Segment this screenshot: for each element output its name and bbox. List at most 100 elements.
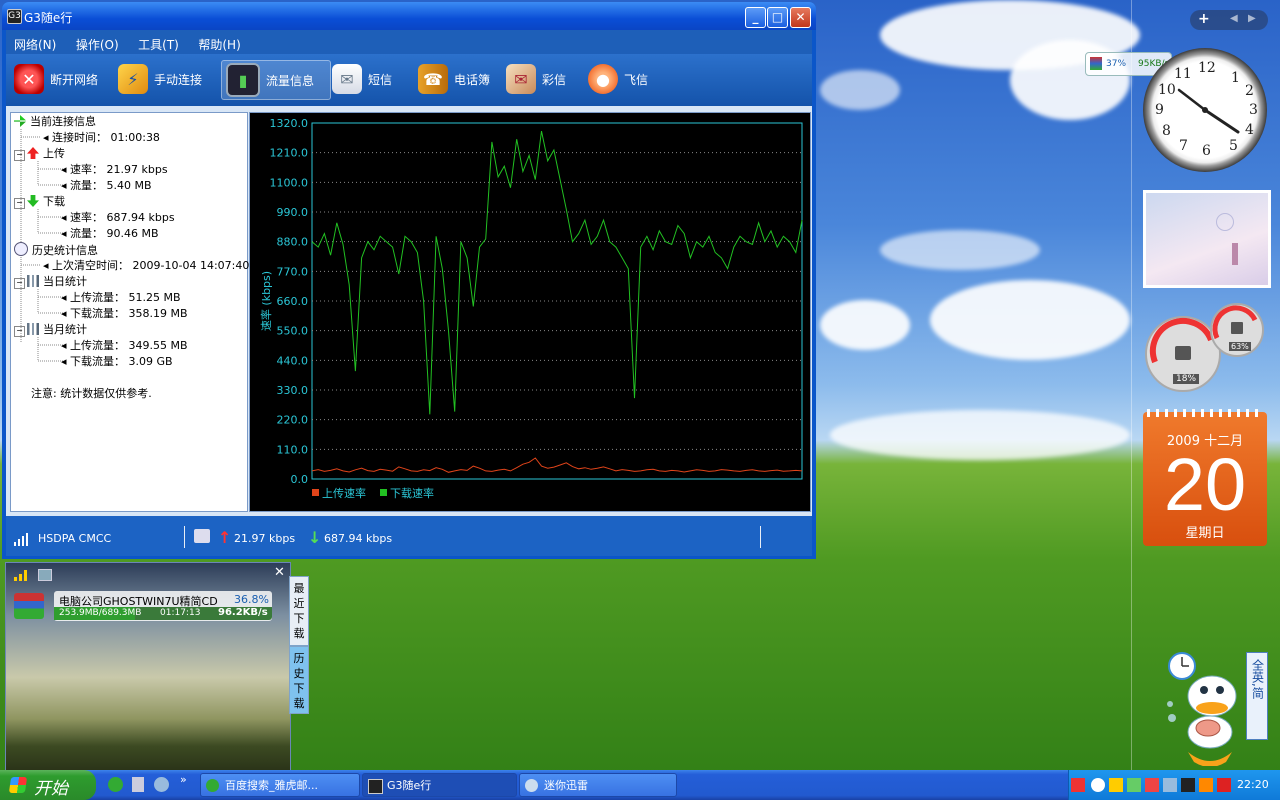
tree-day-down[interactable]: ◂ 下载流量： 358.19 MB bbox=[61, 306, 188, 322]
tray-app-icon[interactable] bbox=[1163, 778, 1177, 792]
tree-month-down[interactable]: ◂ 下载流量： 3.09 GB bbox=[61, 354, 173, 370]
system-tray: 22:20 bbox=[1068, 770, 1280, 800]
tree-day-stats[interactable]: − 当日统计 bbox=[14, 274, 87, 290]
clock-icon bbox=[14, 242, 28, 256]
add-gadget-button[interactable]: + bbox=[1198, 11, 1210, 27]
tree-upload[interactable]: − 上传 bbox=[14, 146, 65, 162]
last-clear-label: 上次清空时间： bbox=[52, 259, 130, 272]
y-tick-label: 550.0 bbox=[277, 325, 309, 338]
month-up-label: 上传流量： bbox=[70, 339, 126, 352]
image-icon[interactable] bbox=[38, 569, 52, 581]
y-axis-label: 速率 (kbps) bbox=[259, 271, 273, 331]
next-icon[interactable]: ▶ bbox=[1248, 13, 1256, 24]
cpu-meter-gadget[interactable]: 18% 63% bbox=[1143, 300, 1267, 392]
task-g3[interactable]: G3随e行 bbox=[362, 773, 517, 797]
tab-recent-downloads[interactable]: 最近下载 bbox=[289, 576, 309, 646]
content-area: 当前连接信息 ◂ 连接时间： 01:00:38 − 上传 ◂ 速率： 21.97 … bbox=[6, 106, 812, 516]
y-tick-label: 220.0 bbox=[277, 414, 309, 427]
y-tick-label: 990.0 bbox=[277, 206, 309, 219]
qq-pinyin-mascot[interactable] bbox=[1162, 648, 1250, 767]
tab-history-downloads[interactable]: 历史下载 bbox=[289, 646, 309, 714]
task-xunlei[interactable]: 迷你迅雷 bbox=[519, 773, 677, 797]
clock-gadget[interactable]: 12 1 2 3 4 5 6 7 8 9 10 11 bbox=[1143, 48, 1267, 172]
ime-status-bar[interactable]: 全英,简 bbox=[1246, 652, 1268, 740]
tray-app-icon[interactable] bbox=[1109, 778, 1123, 792]
tree-down-rate[interactable]: ◂ 速率： 687.94 kbps bbox=[61, 210, 175, 226]
tree-history[interactable]: 历史统计信息 bbox=[14, 242, 98, 258]
xunlei-icon bbox=[525, 779, 538, 792]
collapse-icon[interactable]: − bbox=[14, 150, 25, 161]
phonebook-button[interactable]: ☎ 电话簿 bbox=[418, 60, 490, 98]
collapse-icon[interactable]: − bbox=[14, 278, 25, 289]
tree-last-clear[interactable]: ◂ 上次清空时间： 2009-10-04 14:07:40 bbox=[43, 258, 249, 274]
sms-icon: ✉ bbox=[332, 64, 362, 94]
maximize-button[interactable]: □ bbox=[767, 7, 788, 28]
tab-recent-label: 最近下载 bbox=[293, 582, 305, 640]
tray-sogou-icon[interactable] bbox=[1071, 778, 1085, 792]
title-bar[interactable]: G3 G3随e行 _ □ ✕ bbox=[2, 2, 816, 30]
connect-label: 手动连接 bbox=[154, 72, 203, 87]
month-down-value: 3.09 GB bbox=[128, 355, 173, 368]
quicklaunch-desktop-icon[interactable] bbox=[132, 777, 144, 792]
tray-app-icon[interactable] bbox=[1199, 778, 1213, 792]
menu-help[interactable]: 帮助(H) bbox=[198, 36, 240, 53]
tree-up-flow[interactable]: ◂ 流量： 5.40 MB bbox=[61, 178, 152, 194]
tree-day-up[interactable]: ◂ 上传流量： 51.25 MB bbox=[61, 290, 181, 306]
cloud bbox=[930, 280, 1130, 360]
tray-clock[interactable]: 22:20 bbox=[1237, 778, 1269, 791]
quicklaunch-ie-icon[interactable] bbox=[108, 777, 123, 792]
tree-conn-time[interactable]: ◂ 连接时间： 01:00:38 bbox=[43, 130, 160, 146]
mms-button[interactable]: ✉ 彩信 bbox=[506, 60, 566, 98]
menu-network[interactable]: 网络(N) bbox=[14, 36, 56, 53]
start-button[interactable]: 开始 bbox=[0, 770, 96, 800]
menu-operation[interactable]: 操作(O) bbox=[76, 36, 119, 53]
tree-down-flow[interactable]: ◂ 流量： 90.46 MB bbox=[61, 226, 159, 242]
slideshow-gadget[interactable] bbox=[1143, 190, 1271, 288]
y-tick-label: 1320.0 bbox=[270, 117, 309, 130]
calendar-gadget[interactable]: 2009 十二月 20 星期日 bbox=[1143, 409, 1267, 546]
tree-current-connection[interactable]: 当前连接信息 bbox=[14, 114, 96, 130]
download-speed: 96.2KB/s bbox=[218, 607, 268, 618]
collapse-icon[interactable]: − bbox=[14, 198, 25, 209]
traffic-info-button[interactable]: ▮ 流量信息 bbox=[221, 60, 331, 100]
tree-download[interactable]: − 下载 bbox=[14, 194, 65, 210]
toolbar: ✕ 断开网络 ⚡ 手动连接 ▮ 流量信息 ✉ 短信 ☎ 电话簿 ✉ 彩信 ● 飞… bbox=[6, 54, 812, 106]
phonebook-icon: ☎ bbox=[418, 64, 448, 94]
download-rate-line bbox=[311, 130, 803, 415]
tray-g3-icon[interactable] bbox=[1181, 778, 1195, 792]
status-up-rate: 21.97 kbps bbox=[234, 532, 296, 545]
tray-app-icon[interactable] bbox=[1127, 778, 1141, 792]
prev-icon[interactable]: ◀ bbox=[1230, 13, 1238, 24]
quicklaunch-media-icon[interactable] bbox=[154, 777, 169, 792]
tree-up-rate[interactable]: ◂ 速率： 21.97 kbps bbox=[61, 162, 168, 178]
legend-download-label: 下载速率 bbox=[390, 486, 434, 500]
duck-mascot-icon bbox=[1167, 652, 1237, 767]
minimize-button[interactable]: _ bbox=[745, 7, 766, 28]
task-baidu[interactable]: 百度搜索_雅虎邮... bbox=[200, 773, 360, 797]
tray-app-icon[interactable] bbox=[1145, 778, 1159, 792]
calendar-rings bbox=[1147, 409, 1263, 417]
task-xunlei-label: 迷你迅雷 bbox=[544, 779, 588, 792]
close-button[interactable]: ✕ bbox=[790, 7, 811, 28]
quicklaunch-more-icon[interactable]: » bbox=[180, 773, 187, 786]
tray-k-icon[interactable] bbox=[1217, 778, 1231, 792]
fetion-button[interactable]: ● 飞信 bbox=[588, 60, 648, 98]
sms-button[interactable]: ✉ 短信 bbox=[332, 60, 392, 98]
down-flow-label: 流量： bbox=[70, 227, 104, 240]
calendar-day: 20 bbox=[1163, 443, 1247, 526]
y-tick-label: 110.0 bbox=[277, 443, 309, 456]
menu-tools[interactable]: 工具(T) bbox=[138, 36, 179, 53]
manual-connect-button[interactable]: ⚡ 手动连接 bbox=[118, 60, 202, 98]
download-item[interactable]: 电脑公司GHOSTWIN7U精简CD 36.8% 253.9MB/689.3MB… bbox=[54, 591, 272, 621]
start-label: 开始 bbox=[34, 779, 68, 799]
collapse-icon[interactable]: − bbox=[14, 326, 25, 337]
tree-month-stats[interactable]: − 当月统计 bbox=[14, 322, 87, 338]
stats-bars-icon bbox=[27, 275, 39, 287]
mms-label: 彩信 bbox=[542, 72, 567, 87]
panel-close-button[interactable]: ✕ bbox=[274, 565, 285, 580]
tray-expand-icon[interactable] bbox=[1091, 778, 1105, 792]
up-flow-value: 5.40 MB bbox=[106, 179, 152, 192]
info-tree: 当前连接信息 ◂ 连接时间： 01:00:38 − 上传 ◂ 速率： 21.97 … bbox=[10, 112, 249, 512]
disconnect-button[interactable]: ✕ 断开网络 bbox=[14, 60, 98, 98]
tree-month-up[interactable]: ◂ 上传流量： 349.55 MB bbox=[61, 338, 188, 354]
